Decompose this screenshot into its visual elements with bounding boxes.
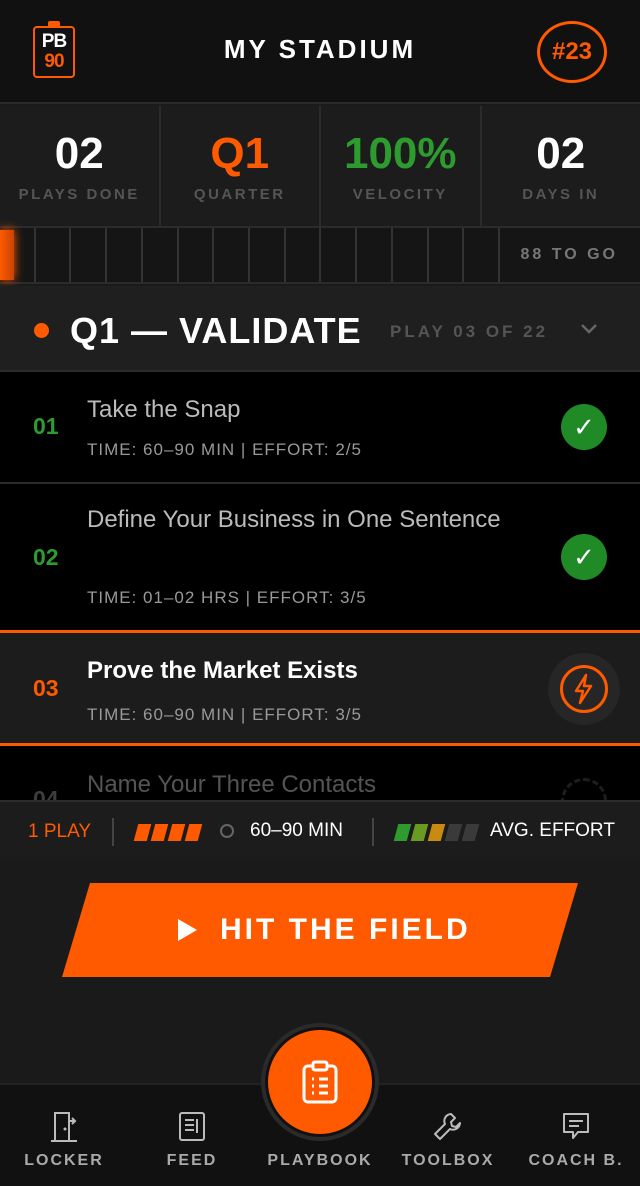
progress-fill [0, 230, 14, 280]
locker-door-icon [51, 1112, 77, 1142]
nav-label: COACH B. [528, 1152, 624, 1169]
nav-item-toolbox[interactable]: TOOLBOX [384, 1085, 512, 1186]
plays-to-go: 88 TO GO [520, 246, 618, 263]
progress-tick [286, 228, 322, 282]
stat-velocity: 100% VELOCITY [321, 106, 482, 226]
stat-label: QUARTER [193, 186, 286, 203]
play-item-01[interactable]: 01 Take the Snap TIME: 60–90 MIN | EFFOR… [0, 372, 640, 484]
intensity-bar [167, 824, 186, 841]
play-number: 02 [33, 544, 59, 570]
cta-label: HIT THE FIELD [220, 913, 471, 946]
lightning-bolt-icon[interactable] [548, 653, 620, 725]
progress-tick [36, 228, 72, 282]
intensity-bars [133, 824, 203, 841]
check-icon: ✓ [561, 534, 607, 580]
nav-label: PLAYBOOK [267, 1152, 373, 1169]
play-list: 01 Take the Snap TIME: 60–90 MIN | EFFOR… [0, 372, 640, 800]
play-number: 04 [33, 786, 59, 800]
stat-label: VELOCITY [352, 186, 448, 203]
wrench-icon [434, 1113, 461, 1140]
play-title: Prove the Market Exists [87, 657, 358, 684]
feed-icon [179, 1112, 205, 1141]
clock-icon [220, 824, 234, 838]
bolt-ring [560, 665, 608, 713]
play-meta: TIME: 60–90 MIN | EFFORT: 3/5 [87, 705, 362, 724]
intensity-bar [133, 824, 152, 841]
summary-effort-label: AVG. EFFORT [490, 820, 615, 841]
stat-value: 02 [54, 129, 104, 178]
nav-item-feed[interactable]: FEED [128, 1085, 256, 1186]
play-item-03[interactable]: 03 Prove the Market Exists TIME: 60–90 M… [0, 630, 640, 746]
progress-tick [464, 228, 501, 282]
progress-tick [393, 228, 429, 282]
nav-label: LOCKER [24, 1152, 104, 1169]
clipboard-icon [302, 1060, 338, 1104]
effort-bars [393, 824, 480, 841]
play-icon [178, 919, 197, 941]
rank-badge[interactable]: #23 [537, 21, 607, 83]
stats-bar: 02 PLAYS DONE Q1 QUARTER 100% VELOCITY 0… [0, 106, 640, 226]
hit-the-field-button[interactable]: HIT THE FIELD [62, 883, 578, 977]
progress-tick [107, 228, 143, 282]
effort-bar [427, 824, 446, 841]
stat-quarter: Q1 QUARTER [161, 106, 321, 226]
effort-bar [410, 824, 429, 841]
bolt-glyph [574, 673, 593, 705]
chevron-down-icon[interactable] [580, 320, 598, 338]
play-counter: PLAY 03 OF 22 [390, 322, 549, 341]
play-number: 03 [33, 675, 59, 701]
summary-plays: 1 PLAY [28, 821, 92, 842]
nav-item-locker[interactable]: LOCKER [0, 1085, 128, 1186]
progress-tick [214, 228, 251, 282]
nav-label: FEED [166, 1152, 218, 1169]
stat-value: Q1 [210, 129, 270, 178]
divider [112, 818, 114, 846]
quarter-title: Q1 — VALIDATE [70, 310, 362, 351]
progress-ticks [0, 228, 501, 282]
play-item-04[interactable]: 04 Name Your Three Contacts [0, 746, 640, 800]
summary-time: 60–90 MIN [250, 820, 343, 841]
quarter-header[interactable]: Q1 — VALIDATE PLAY 03 OF 22 [0, 286, 640, 372]
progress-tick [143, 228, 179, 282]
pending-icon [561, 778, 607, 800]
nav-item-coach[interactable]: COACH B. [512, 1085, 640, 1186]
play-title: Name Your Three Contacts [87, 771, 377, 798]
play-number: 01 [33, 413, 59, 439]
effort-bar [444, 824, 463, 841]
app-header: PB 90 MY STADIUM #23 [0, 0, 640, 104]
play-title: Define Your Business in One Sentence [87, 506, 501, 533]
progress-tick [321, 228, 358, 282]
chat-icon [563, 1113, 589, 1139]
stat-label: PLAYS DONE [18, 186, 140, 203]
stat-value: 02 [536, 129, 586, 178]
progress-tick [71, 228, 108, 282]
stat-plays-done: 02 PLAYS DONE [0, 106, 161, 226]
stat-days-in: 02 DAYS IN [482, 106, 640, 226]
effort-bar [393, 824, 412, 841]
playbook-fab[interactable] [268, 1030, 372, 1134]
play-meta: TIME: 60–90 MIN | EFFORT: 2/5 [87, 440, 362, 459]
play-meta: TIME: 01–02 HRS | EFFORT: 3/5 [87, 588, 367, 607]
quarter-status-dot [34, 323, 49, 338]
season-progress: 88 TO GO [0, 226, 640, 284]
progress-tick [357, 228, 393, 282]
effort-bar [461, 824, 480, 841]
progress-tick [250, 228, 286, 282]
nav-label: TOOLBOX [401, 1152, 495, 1169]
intensity-bar [184, 824, 203, 841]
logo-tab [48, 21, 60, 27]
play-summary: 1 PLAY 60–90 MIN AVG. EFFORT [0, 800, 640, 860]
stat-label: DAYS IN [522, 186, 600, 203]
stat-value: 100% [343, 129, 457, 178]
progress-tick [429, 228, 465, 282]
progress-tick [179, 228, 215, 282]
play-title: Take the Snap [87, 396, 241, 423]
play-item-02[interactable]: 02 Define Your Business in One Sentence … [0, 484, 640, 632]
divider [372, 818, 374, 846]
intensity-bar [150, 824, 169, 841]
check-icon: ✓ [561, 404, 607, 450]
